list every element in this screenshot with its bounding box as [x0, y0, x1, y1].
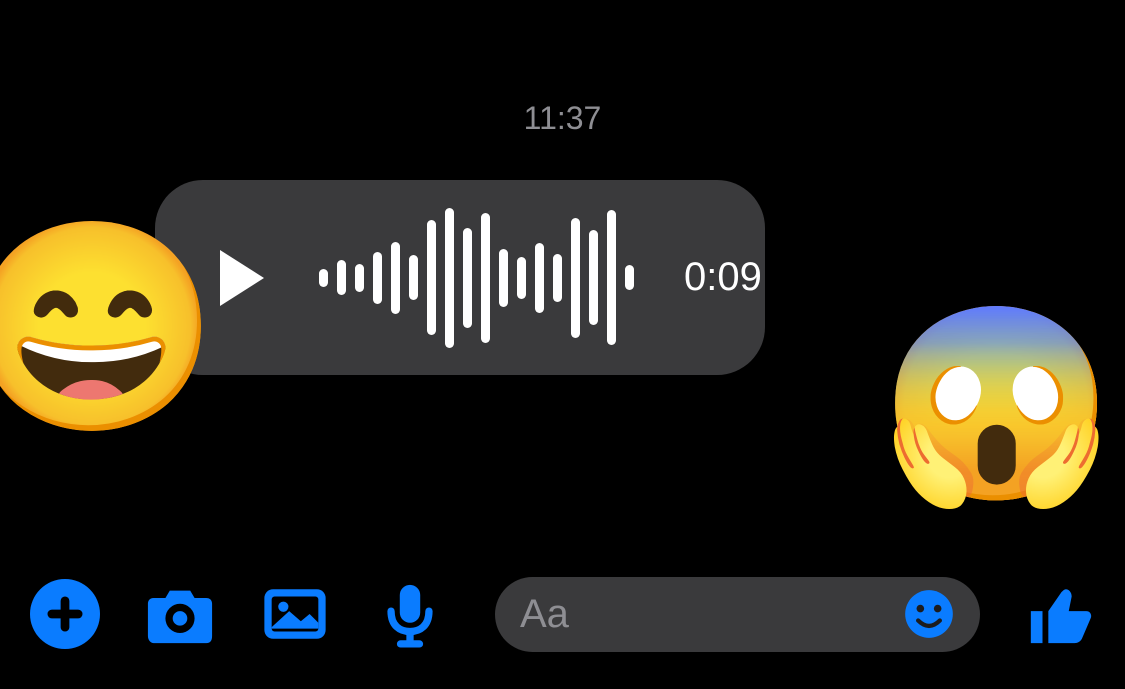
- gallery-button[interactable]: [260, 579, 330, 649]
- voice-record-button[interactable]: [375, 579, 445, 649]
- waveform-bar: [409, 255, 418, 300]
- waveform-bar: [337, 260, 346, 295]
- thumbs-up-icon: [1025, 579, 1095, 649]
- camera-button[interactable]: [145, 579, 215, 649]
- like-button[interactable]: [1025, 579, 1095, 649]
- voice-message-bubble[interactable]: 0:09: [155, 180, 765, 375]
- audio-waveform[interactable]: [319, 208, 634, 348]
- waveform-bar: [427, 220, 436, 335]
- waveform-bar: [355, 264, 364, 292]
- play-icon[interactable]: [220, 250, 264, 306]
- waveform-bar: [607, 210, 616, 345]
- waveform-bar: [481, 213, 490, 343]
- waveform-bar: [553, 254, 562, 302]
- camera-icon: [145, 579, 215, 649]
- waveform-bar: [319, 269, 328, 287]
- waveform-bar: [571, 218, 580, 338]
- waveform-bar: [463, 228, 472, 328]
- microphone-icon: [375, 579, 445, 649]
- add-button[interactable]: [30, 579, 100, 649]
- emoji-picker-icon[interactable]: [903, 588, 955, 640]
- message-input[interactable]: Aa: [495, 577, 980, 652]
- plus-circle-icon: [30, 579, 100, 649]
- voice-duration: 0:09: [684, 255, 762, 300]
- waveform-bar: [625, 265, 634, 290]
- waveform-bar: [373, 252, 382, 304]
- grinning-face-emoji-sticker[interactable]: 😄: [0, 225, 220, 430]
- waveform-bar: [535, 243, 544, 313]
- waveform-bar: [589, 230, 598, 325]
- message-timestamp: 11:37: [0, 100, 1125, 137]
- input-placeholder: Aa: [520, 592, 903, 637]
- scream-face-emoji-sticker[interactable]: 😱: [878, 310, 1115, 500]
- waveform-bar: [517, 257, 526, 299]
- waveform-bar: [445, 208, 454, 348]
- waveform-bar: [391, 242, 400, 314]
- composer-toolbar: Aa: [0, 574, 1125, 654]
- waveform-bar: [499, 249, 508, 307]
- image-icon: [260, 579, 330, 649]
